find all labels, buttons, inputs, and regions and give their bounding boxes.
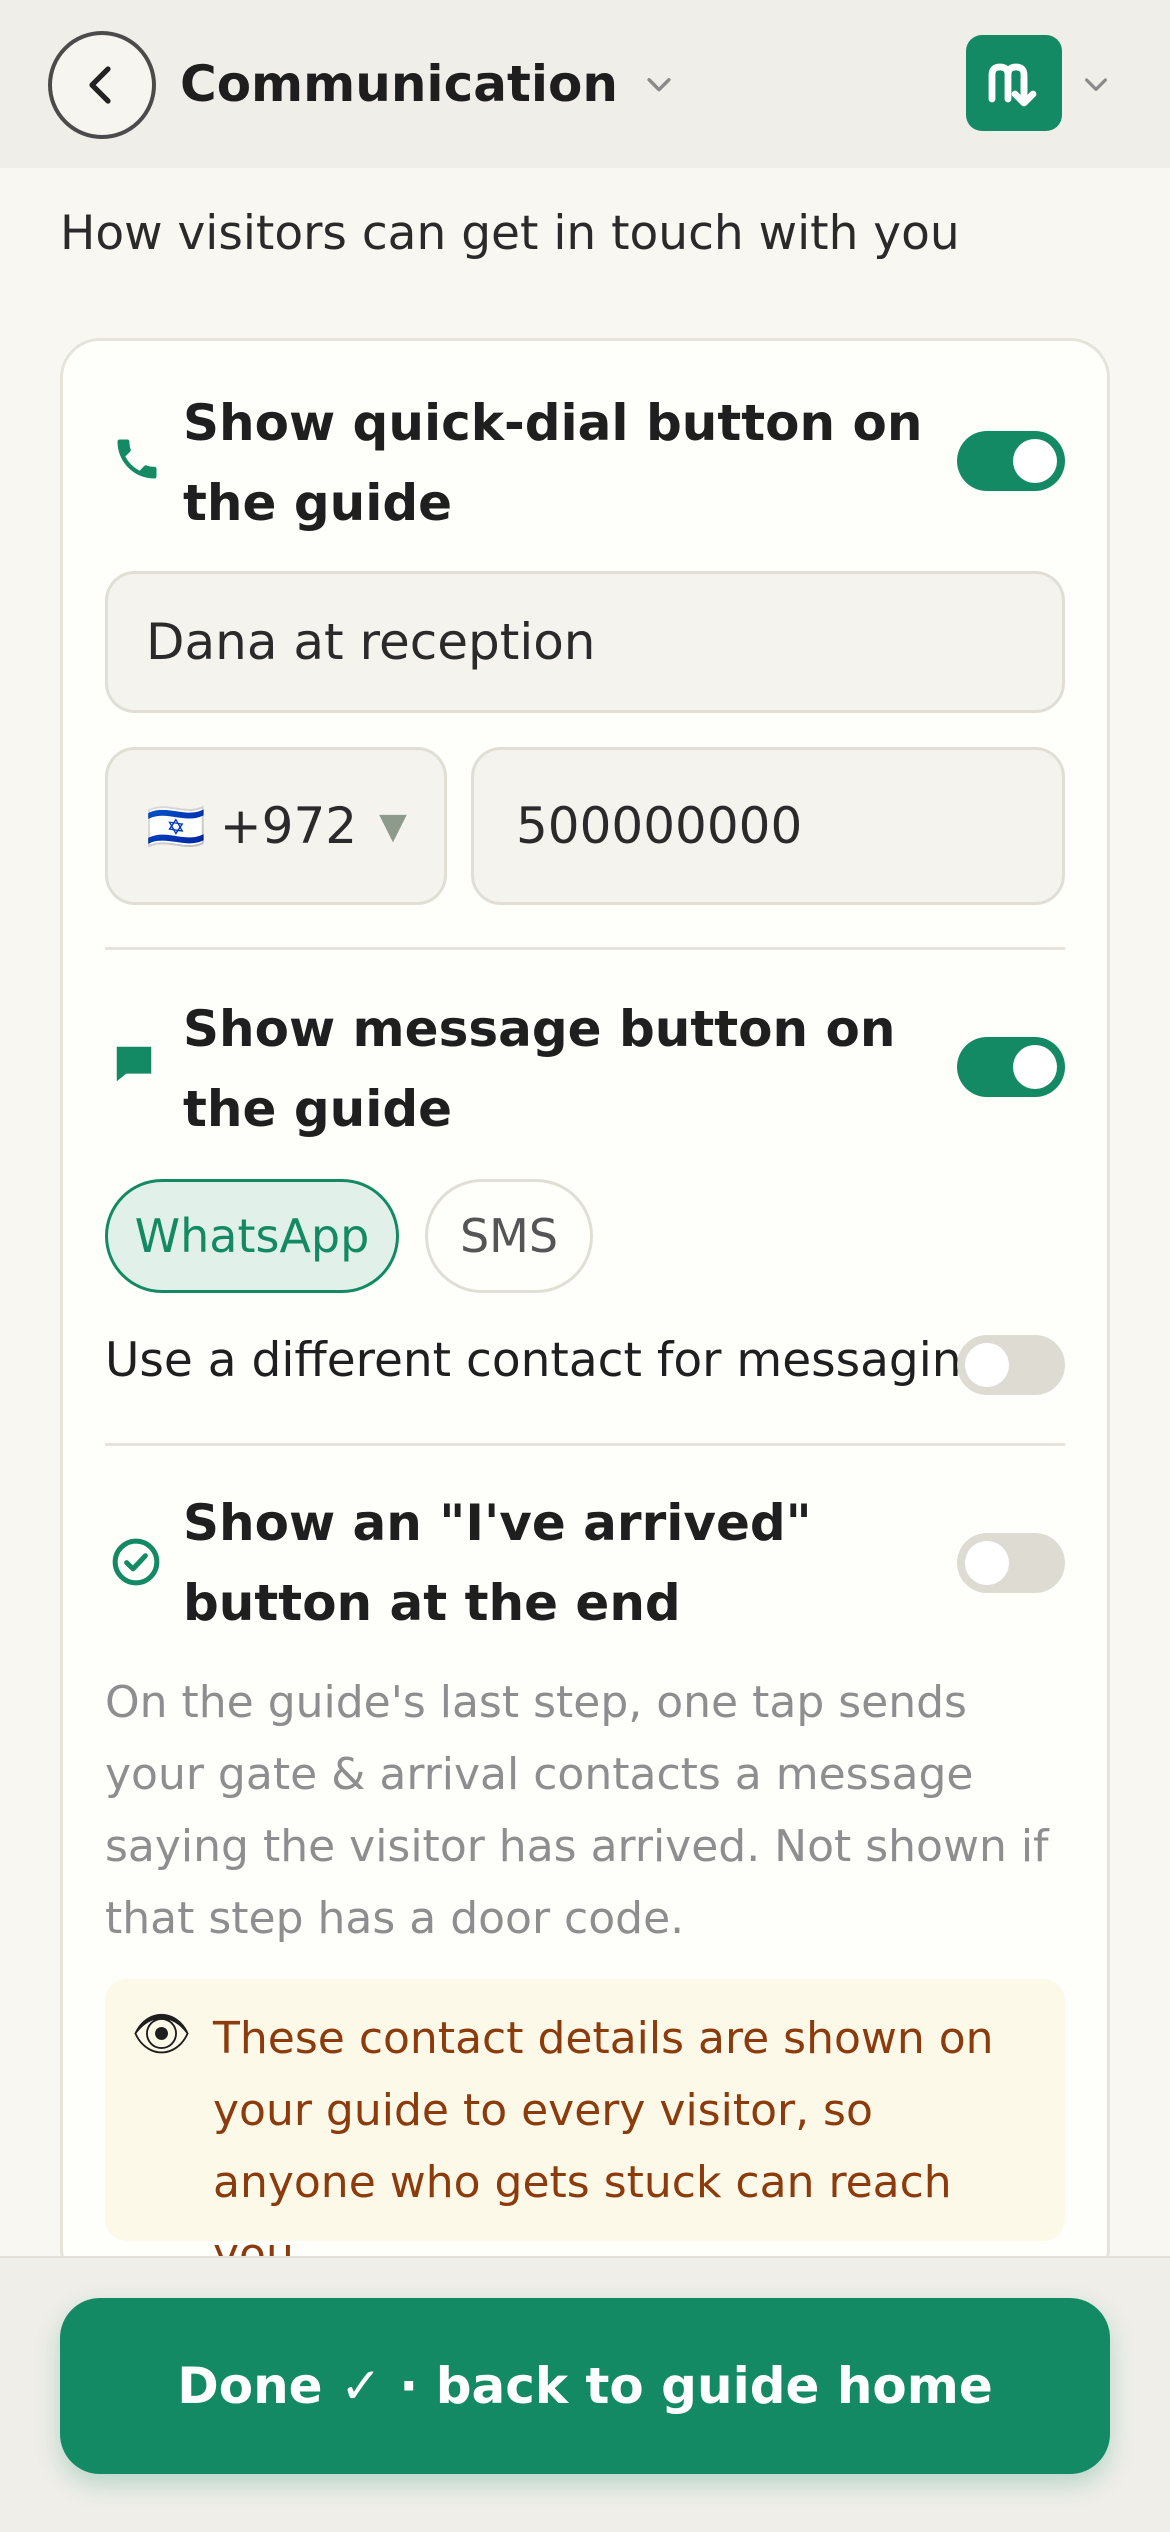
brand-logo-icon — [988, 63, 1037, 107]
chevron-left-icon — [89, 66, 111, 104]
eye-icon: 👁 — [131, 2006, 192, 2062]
message-icon — [116, 1046, 152, 1082]
caret-down-icon: ▼ — [379, 805, 407, 847]
visibility-notice: 👁 These contact details are shown on you… — [105, 1979, 1065, 2280]
arrived-toggle[interactable] — [957, 1533, 1065, 1593]
back-button[interactable] — [48, 31, 156, 139]
page-title-dropdown[interactable]: Communication — [180, 48, 676, 120]
different-contact-toggle[interactable] — [957, 1335, 1065, 1395]
phone-number-value: 500000000 — [516, 797, 803, 855]
message-title: Show message button on the guide — [183, 1000, 896, 1138]
phone-icon — [117, 439, 157, 479]
top-bar: Communication — [0, 0, 1170, 168]
arrived-help-text: On the guide's last step, one tap sends … — [105, 1677, 1049, 1944]
country-code-select[interactable]: 🇮🇱 +972 ▼ — [105, 747, 447, 905]
brand-logo-button[interactable] — [966, 35, 1062, 131]
page-title: Communication — [180, 55, 618, 113]
contact-name-input[interactable]: Dana at reception — [105, 571, 1065, 713]
section-divider — [105, 947, 1065, 950]
done-button[interactable]: Done ✓ · back to guide home — [60, 2298, 1110, 2474]
different-contact-label: Use a different contact for messaging — [105, 1333, 992, 1388]
arrived-title: Show an "I've arrived" button at the end — [183, 1494, 812, 1632]
done-button-label: Done ✓ · back to guide home — [177, 2357, 993, 2415]
bottom-bar: Done ✓ · back to guide home — [0, 2256, 1170, 2532]
quick-dial-toggle[interactable] — [957, 431, 1065, 491]
phone-number-input[interactable]: 500000000 — [471, 747, 1065, 905]
contact-name-value: Dana at reception — [146, 613, 596, 671]
check-circle-icon — [112, 1538, 160, 1586]
chevron-down-icon[interactable] — [1080, 68, 1112, 100]
sms-option[interactable]: SMS — [425, 1179, 593, 1293]
message-toggle[interactable] — [957, 1037, 1065, 1097]
notice-text: These contact details are shown on your … — [213, 2013, 994, 2280]
israel-flag-icon: 🇮🇱 — [146, 798, 206, 855]
chevron-down-icon — [647, 78, 671, 92]
country-code-value: +972 — [219, 797, 358, 855]
contact-settings-card: Show quick-dial button on the guide Dana… — [60, 338, 1110, 2288]
quick-dial-title: Show quick-dial button on the guide — [183, 394, 923, 532]
section-divider — [105, 1443, 1065, 1446]
page-subtitle: How visitors can get in touch with you — [60, 206, 960, 261]
whatsapp-option[interactable]: WhatsApp — [105, 1179, 399, 1293]
